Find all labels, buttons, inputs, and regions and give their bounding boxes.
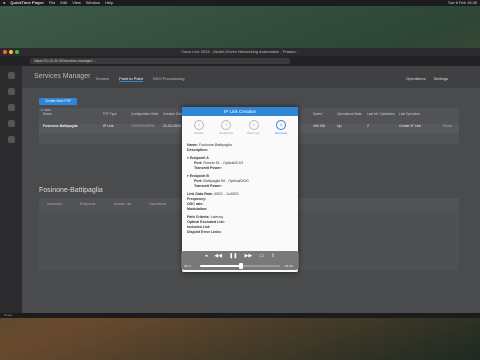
wizard-step[interactable]: 1 Details — [188, 120, 210, 135]
col-op-state[interactable]: Operational State — [333, 112, 363, 122]
step-number: 2 — [221, 120, 232, 130]
link-rate-label: Link Data Rate: — [187, 192, 214, 196]
detail-tab-summary[interactable]: Summary — [47, 202, 62, 206]
detail-tab-endpoints[interactable]: Endpoints — [80, 202, 96, 206]
included-list-label: Included List: — [187, 225, 211, 229]
sidebar-services-icon[interactable] — [7, 104, 15, 111]
step-number: 3 — [248, 120, 259, 130]
close-window-button[interactable] — [3, 50, 7, 54]
path-criteria-label: Path Criteria: — [187, 215, 210, 219]
col-last-op[interactable]: Last Operation — [395, 112, 455, 122]
endpoint-b-title: Endpoint B — [189, 174, 209, 178]
name-value: Fosinone-Battipaglia — [199, 143, 232, 147]
description-label: Description: — [187, 148, 208, 152]
cell-type: IP Link — [103, 124, 114, 128]
path-criteria-value: Latency — [210, 215, 224, 219]
maximize-window-button[interactable] — [15, 50, 19, 54]
browser-tab-title[interactable]: Cisco Live 2024 - Model-Driven Networkin… — [20, 48, 460, 56]
transmit-power-label: Transmit Power: — [194, 166, 222, 170]
sidebar-home-icon[interactable] — [7, 88, 15, 95]
header-actions: Operations Settings — [406, 76, 448, 81]
sidebar-menu-icon[interactable] — [7, 72, 15, 79]
window-controls — [3, 50, 19, 54]
volume-icon[interactable]: ◂ — [205, 253, 208, 259]
remaining-time: -06:38 — [284, 264, 293, 268]
col-last-alt-ops[interactable]: Last Alt. Operations — [363, 112, 395, 122]
step-label: Summary — [274, 131, 288, 135]
cell-name: Fosinone-Battipaglia — [43, 124, 78, 128]
sidebar-network-icon[interactable] — [7, 120, 15, 127]
app-tabs: Tunnels Point to Point NSO Provisioning — [95, 76, 184, 82]
cell-speed: 400 GB — [313, 124, 325, 128]
pause-icon[interactable]: ❚❚ — [229, 253, 237, 259]
step-label: Recovery — [247, 131, 260, 135]
step-number: 1 — [194, 120, 204, 130]
modulation-label: Modulation: — [187, 207, 208, 211]
settings-button[interactable]: Settings — [434, 76, 448, 81]
ip-link-creation-modal: IP Link Creation 1 Details 2 Endpoints 3 Re… — [182, 107, 298, 272]
port-a-value: Roseto 51 - Optical/0/1/3 — [203, 161, 244, 165]
cell-op-state: Up — [337, 124, 342, 128]
rewind-icon[interactable]: ◀◀ — [214, 253, 222, 259]
step-label: Details — [194, 131, 204, 135]
sidebar-settings-icon[interactable] — [7, 136, 15, 143]
detail-tab-include-list[interactable]: Include List — [114, 202, 132, 206]
col-config-state[interactable]: Configuration State — [127, 112, 159, 122]
col-name[interactable]: Name — [39, 112, 99, 122]
fast-forward-icon[interactable]: ▶▶ — [244, 253, 252, 259]
port-b-value: Battipaglia 58 - Optical/0/0/0 — [203, 179, 249, 183]
address-bar[interactable]: https://10.10.20.50/services-manager/... — [30, 58, 290, 64]
col-type[interactable]: P2P Type — [99, 112, 127, 122]
cell-config-state: CONFIGURED — [131, 124, 155, 128]
scrubber-handle[interactable] — [238, 263, 243, 269]
chevron-down-icon[interactable]: ▾ — [187, 174, 189, 178]
detail-title: Fosinone-Battipaglia — [39, 187, 103, 194]
excluded-list-label: Optical Excluded List: — [187, 220, 225, 224]
operations-button[interactable]: Operations — [406, 76, 426, 81]
step-number: 4 — [275, 120, 286, 130]
col-speed[interactable]: Speed — [309, 112, 333, 122]
row-show-link[interactable]: Show — [439, 124, 455, 133]
elapsed-time: 06:17 — [184, 264, 192, 268]
name-label: Name: — [187, 143, 198, 147]
wizard-steps: 1 Details 2 Endpoints 3 Recovery 4 Summary — [188, 120, 292, 135]
step-label: Endpoints — [219, 131, 233, 135]
wizard-step-active[interactable]: 4 Summary — [270, 120, 292, 135]
endpoint-a-title: Endpoint A — [189, 156, 209, 160]
cell-last-op: Create IP Link — [399, 124, 422, 128]
minimize-window-button[interactable] — [9, 50, 13, 54]
wizard-step[interactable]: 2 Endpoints — [215, 120, 237, 135]
port-label: Port: — [194, 179, 203, 183]
detail-tab-operations[interactable]: Operations — [149, 202, 166, 206]
osc-rate-label: OSC rate: — [187, 202, 204, 206]
chevron-down-icon[interactable]: ▾ — [187, 156, 189, 160]
frequency-label: Frequency: — [187, 197, 207, 201]
scrubber-progress — [200, 265, 241, 267]
player-buttons: ◂ ◀◀ ❚❚ ▶▶ ▭ ⇪ — [181, 253, 299, 259]
airplay-icon[interactable]: ▭ — [259, 253, 264, 259]
tab-tunnels[interactable]: Tunnels — [95, 76, 109, 82]
share-icon[interactable]: ⇪ — [271, 253, 275, 259]
port-label: Port: — [194, 161, 203, 165]
transmit-power-label: Transmit Power: — [194, 184, 222, 188]
modal-title: IP Link Creation — [182, 107, 298, 116]
disjoint-links-label: Disjoint Error Links: — [187, 230, 222, 234]
wizard-step[interactable]: 3 Recovery — [243, 120, 265, 135]
status-bar: Ready — [0, 313, 480, 318]
link-rate-value: 400G - 1x400G — [214, 192, 239, 196]
summary-body: Name: Fosinone-Battipaglia Description: … — [187, 143, 293, 235]
cell-alt-ops: 2 — [367, 124, 369, 128]
tab-nso-provisioning[interactable]: NSO Provisioning — [153, 76, 185, 82]
tab-point-to-point[interactable]: Point to Point — [119, 76, 143, 82]
page-title: Services Manager — [34, 73, 91, 80]
create-p2p-button[interactable]: Create New P2P — [39, 98, 77, 105]
app-sidebar — [0, 66, 22, 313]
